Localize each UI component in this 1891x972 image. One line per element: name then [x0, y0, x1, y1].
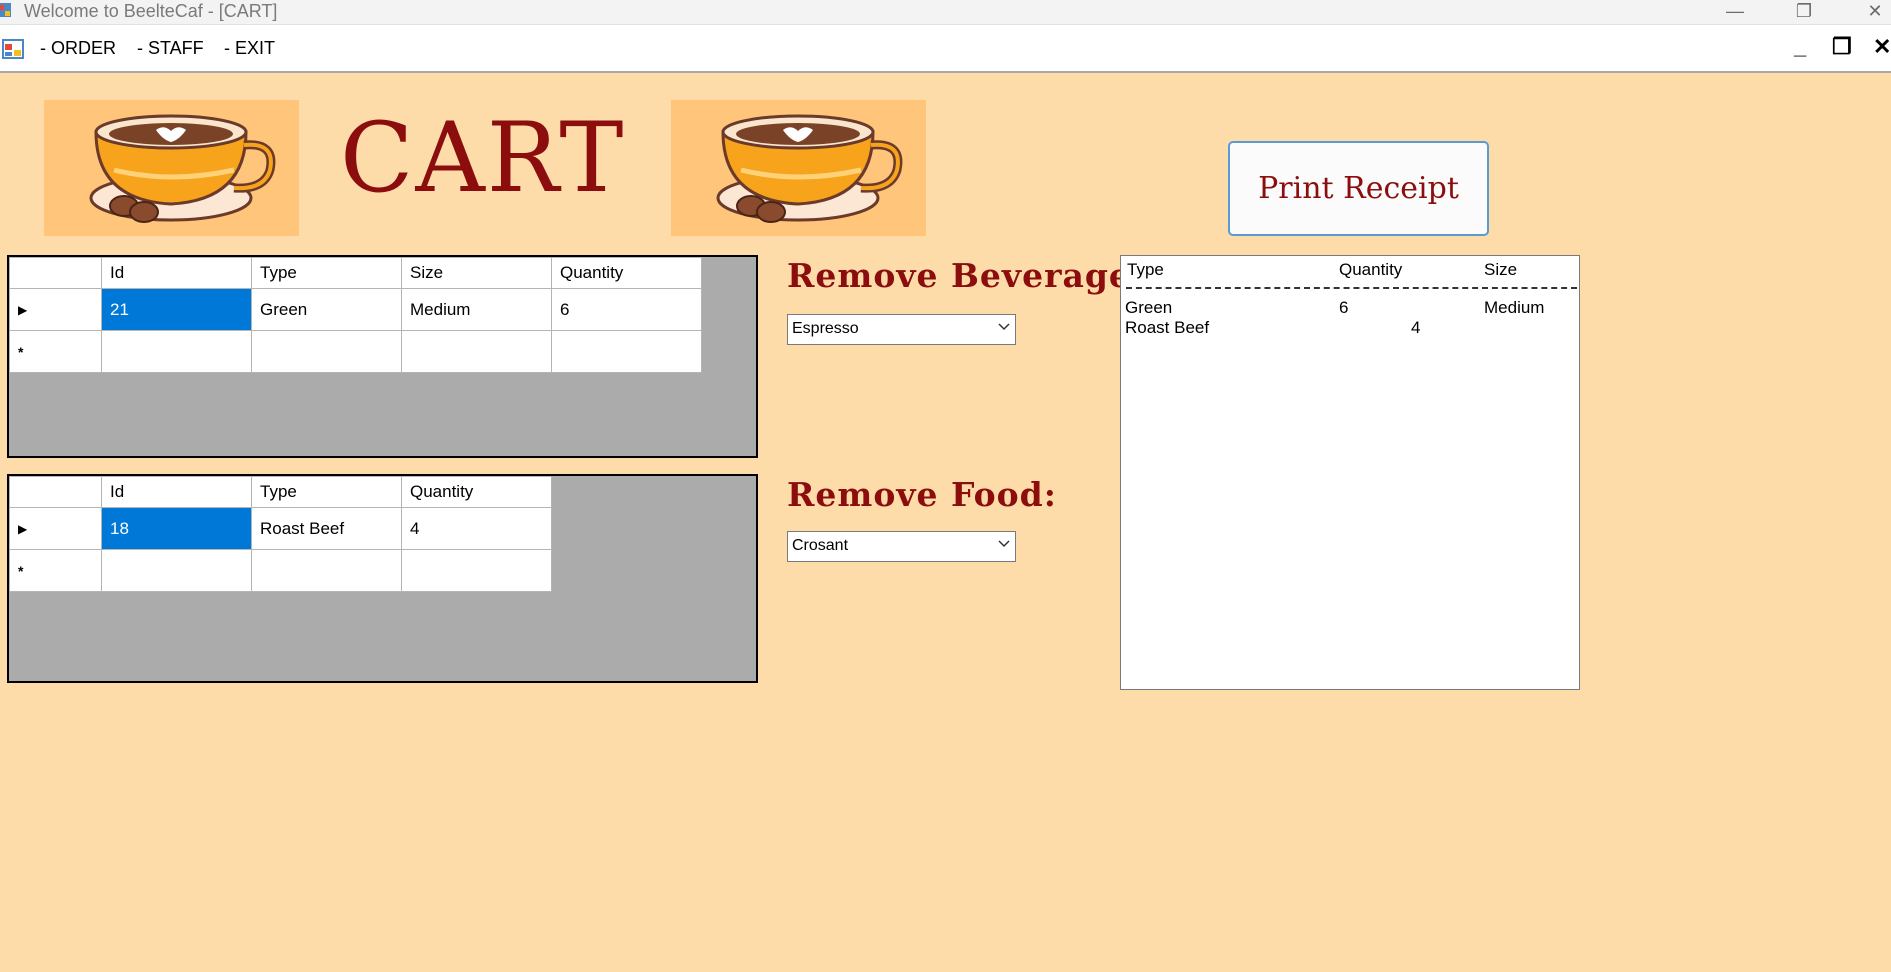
table-cell[interactable]: 6: [551, 288, 702, 331]
table-cell[interactable]: 4: [401, 507, 552, 550]
column-header[interactable]: Type: [251, 476, 402, 508]
column-header[interactable]: Quantity: [551, 257, 702, 289]
receipt-line-type: Roast Beef: [1125, 318, 1210, 337]
column-header[interactable]: Size: [401, 257, 552, 289]
remove-food-label: Remove Food:: [787, 475, 1057, 514]
title-bar: Welcome to BeelteCaf - [CART] — ❐ ✕: [0, 0, 1891, 25]
menu-bar: - ORDER - STAFF - EXIT _ ❐ ✕: [0, 25, 1891, 73]
new-row-icon[interactable]: *: [9, 549, 102, 592]
receipt-line-quantity: 6: [1339, 298, 1349, 317]
table-cell[interactable]: [401, 330, 552, 373]
table-cell[interactable]: [251, 330, 402, 373]
dropdown-value: Crosant: [792, 537, 849, 554]
receipt-textbox[interactable]: Type Quantity Size Green 6 Medium Roast …: [1120, 255, 1580, 690]
grid-header-row: Id Type Size Quantity: [9, 257, 702, 289]
print-receipt-button[interactable]: Print Receipt: [1228, 141, 1489, 236]
coffee-cup-icon: [89, 114, 276, 223]
table-row[interactable]: ▶ 18 Roast Beef 4: [9, 507, 552, 550]
remove-beverage-dropdown[interactable]: Espresso: [787, 314, 1016, 345]
new-row-icon[interactable]: *: [9, 330, 102, 373]
mdi-minimize-button[interactable]: _: [1794, 34, 1806, 60]
row-selector-icon[interactable]: ▶: [9, 288, 102, 331]
receipt-divider: [1126, 287, 1577, 289]
table-row[interactable]: ▶ 21 Green Medium 6: [9, 288, 702, 331]
remove-beverage-label: Remove Beverage:: [787, 256, 1145, 295]
remove-food-dropdown[interactable]: Crosant: [787, 531, 1016, 562]
receipt-header-size: Size: [1484, 260, 1518, 279]
table-cell[interactable]: [101, 549, 252, 592]
mdi-close-button[interactable]: ✕: [1873, 34, 1891, 60]
mdi-restore-button[interactable]: ❐: [1832, 34, 1852, 60]
receipt-line-type: Green: [1125, 298, 1173, 317]
grid-header-row: Id Type Quantity: [9, 476, 552, 508]
window-minimize-button[interactable]: —: [1715, 0, 1755, 25]
row-header-corner: [9, 257, 102, 289]
receipt-header-type: Type: [1127, 260, 1164, 279]
menu-staff[interactable]: - STAFF: [137, 38, 204, 59]
table-cell[interactable]: [101, 330, 252, 373]
column-header[interactable]: Id: [101, 476, 252, 508]
column-header[interactable]: Id: [101, 257, 252, 289]
dropdown-arrow-icon[interactable]: [997, 536, 1011, 553]
coffee-cup-image-right: [671, 100, 926, 236]
table-cell[interactable]: Roast Beef: [251, 507, 402, 550]
dropdown-value: Espresso: [792, 320, 859, 337]
receipt-line-size: Medium: [1484, 298, 1545, 317]
row-header-corner: [9, 476, 102, 508]
food-grid[interactable]: Id Type Quantity ▶ 18 Roast Beef 4 *: [7, 474, 758, 683]
column-header[interactable]: Type: [251, 257, 402, 289]
page-title: CART: [340, 102, 626, 214]
window-maximize-button[interactable]: ❐: [1784, 0, 1824, 25]
mdi-child-icon[interactable]: [2, 39, 24, 59]
table-cell[interactable]: Medium: [401, 288, 552, 331]
menu-exit[interactable]: - EXIT: [224, 38, 275, 59]
table-cell[interactable]: Green: [251, 288, 402, 331]
row-selector-icon[interactable]: ▶: [9, 507, 102, 550]
table-cell[interactable]: 21: [101, 288, 252, 331]
table-cell[interactable]: [401, 549, 552, 592]
receipt-header-quantity: Quantity: [1339, 260, 1403, 279]
receipt-line-quantity: 4: [1411, 318, 1421, 337]
beverage-grid[interactable]: Id Type Size Quantity ▶ 21 Green Medium …: [7, 255, 758, 458]
new-row[interactable]: *: [9, 549, 552, 592]
new-row[interactable]: *: [9, 330, 702, 373]
dropdown-arrow-icon[interactable]: [997, 319, 1011, 336]
coffee-cup-image-left: [44, 100, 299, 236]
app-icon: [0, 3, 11, 17]
table-cell[interactable]: 18: [101, 507, 252, 550]
table-cell[interactable]: [551, 330, 702, 373]
table-cell[interactable]: [251, 549, 402, 592]
menu-order[interactable]: - ORDER: [40, 38, 116, 59]
window-close-button[interactable]: ✕: [1855, 0, 1891, 25]
column-header[interactable]: Quantity: [401, 476, 552, 508]
window-title: Welcome to BeelteCaf - [CART]: [24, 1, 278, 21]
coffee-cup-icon: [716, 114, 903, 223]
